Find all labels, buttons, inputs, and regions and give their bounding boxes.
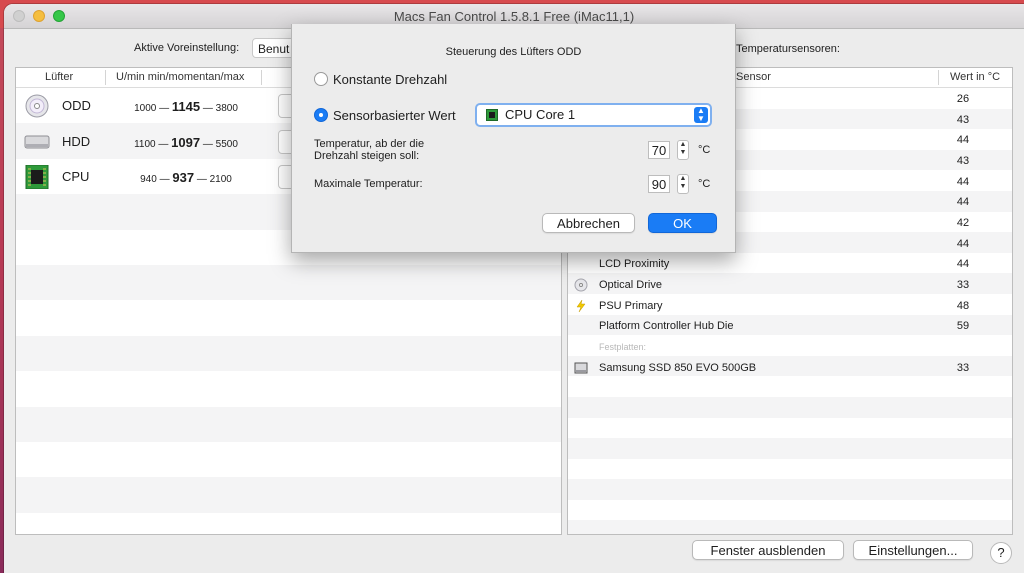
column-header-rpm[interactable]: U/min min/momentan/max xyxy=(116,71,244,83)
settings-button[interactable]: Einstellungen... xyxy=(853,540,973,560)
hard-drive-icon xyxy=(574,362,588,374)
window-title: Macs Fan Control 1.5.8.1 Free (iMac11,1) xyxy=(393,9,635,24)
help-button[interactable]: ? xyxy=(990,542,1012,564)
chevron-updown-icon: ▲ ▼ xyxy=(694,107,708,123)
hide-window-button[interactable]: Fenster ausblenden xyxy=(692,540,844,560)
fan-name: HDD xyxy=(62,134,91,149)
max-temp-label: Maximale Temperatur: xyxy=(314,178,423,190)
sensor-group-disks: Festplatten: xyxy=(599,342,647,352)
dialog-title: Steuerung des Lüfters ODD xyxy=(445,46,582,58)
fan-rpm-values: 1000 — 1145 — 3800 xyxy=(134,99,238,114)
optical-drive-icon xyxy=(25,94,49,118)
start-temp-stepper[interactable]: ▲ ▼ xyxy=(677,140,689,160)
sensor-select[interactable]: CPU Core 1 ▲ ▼ xyxy=(475,103,712,127)
sensor-row-psu-primary[interactable]: PSU Primary 48 xyxy=(568,296,1012,316)
ok-button[interactable]: OK xyxy=(648,213,717,233)
sensor-row-optical-drive[interactable]: Optical Drive 33 xyxy=(568,275,1012,295)
fan-control-dialog: Steuerung des Lüfters ODD Konstante Dreh… xyxy=(291,24,736,253)
radio-constant-speed[interactable] xyxy=(314,72,328,86)
cpu-chip-icon xyxy=(25,165,49,189)
radio-constant-speed-label[interactable]: Konstante Drehzahl xyxy=(333,72,447,87)
max-temp-stepper[interactable]: ▲ ▼ xyxy=(677,174,689,194)
sensor-row-lcd-proximity[interactable]: LCD Proximity 44 xyxy=(568,254,1012,274)
start-temp-label: Temperatur, ab der die Drehzahl steigen … xyxy=(314,138,425,162)
optical-drive-icon xyxy=(574,278,588,292)
column-header-fan[interactable]: Lüfter xyxy=(45,71,73,83)
column-header-sensor[interactable]: Sensor xyxy=(736,71,771,83)
sensor-row-pch-die[interactable]: Platform Controller Hub Die 59 xyxy=(568,316,1012,336)
hard-drive-icon xyxy=(24,135,50,149)
radio-sensor-based-label[interactable]: Sensorbasierter Wert xyxy=(333,108,456,123)
sensor-row-ssd[interactable]: Samsung SSD 850 EVO 500GB 33 xyxy=(568,358,1012,378)
start-temp-unit: °C xyxy=(698,144,711,156)
lightning-icon xyxy=(576,299,586,313)
max-temp-unit: °C xyxy=(698,178,711,190)
fan-rpm-values: 1100 — 1097 — 5500 xyxy=(134,135,238,150)
max-temp-input[interactable]: 90 xyxy=(648,175,670,193)
fan-rpm-values: 940 — 937 — 2100 xyxy=(140,170,232,185)
fan-name: ODD xyxy=(62,98,91,113)
sensors-title: Temperatursensoren: xyxy=(736,43,840,55)
preset-label: Aktive Voreinstellung: xyxy=(134,42,240,54)
sensor-select-value: CPU Core 1 xyxy=(505,107,576,122)
start-temp-input[interactable]: 70 xyxy=(648,141,670,159)
radio-sensor-based[interactable] xyxy=(314,108,328,122)
fan-name: CPU xyxy=(62,169,90,184)
column-header-value[interactable]: Wert in °C xyxy=(950,71,1000,83)
cpu-chip-icon xyxy=(486,109,498,121)
cancel-button[interactable]: Abbrechen xyxy=(542,213,635,233)
